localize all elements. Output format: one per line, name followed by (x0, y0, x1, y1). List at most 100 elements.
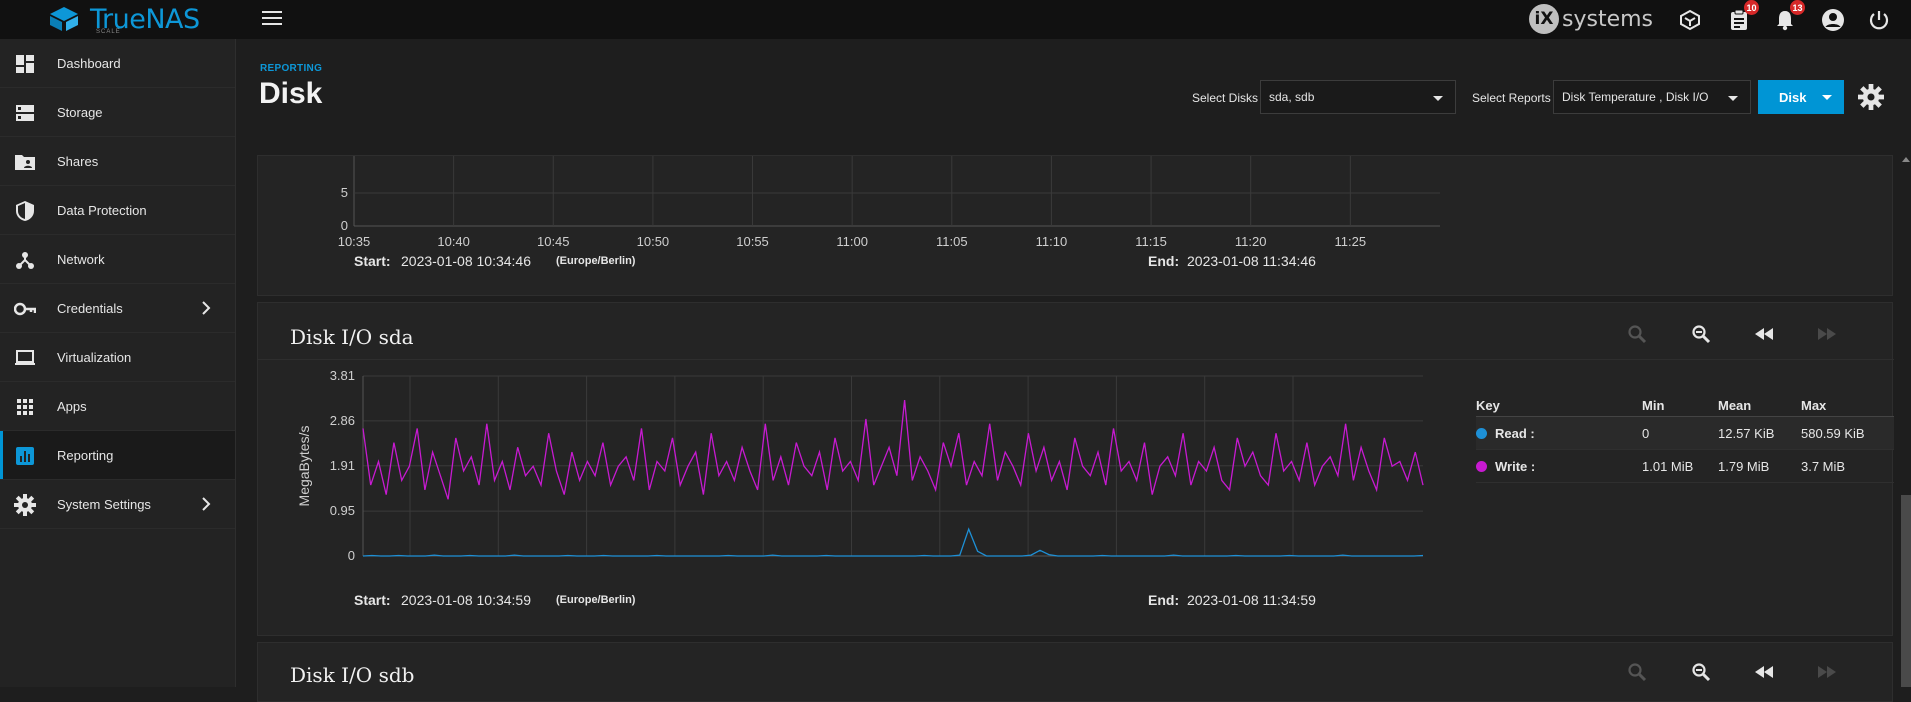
zoom-out-icon[interactable] (1689, 322, 1713, 346)
sidebar-item-label: Apps (57, 398, 87, 414)
end-label: End: (1148, 253, 1180, 269)
menu-toggle-icon[interactable] (262, 11, 282, 27)
card-title: Disk I/O sdb (290, 663, 415, 687)
storage-icon (14, 102, 36, 124)
alerts-bell-icon[interactable]: 13 (1772, 0, 1805, 33)
y-tick-label: 0.95 (330, 503, 355, 518)
sidebar-item-reporting[interactable]: Reporting (0, 431, 235, 480)
legend-key-label: Write : (1495, 459, 1536, 474)
sidebar-item-apps[interactable]: Apps (0, 382, 235, 431)
y-tick-label: 2.86 (330, 413, 355, 428)
step-back-icon[interactable] (1752, 322, 1776, 346)
zoom-out-icon[interactable] (1689, 660, 1713, 684)
legend-key: Write : (1476, 450, 1535, 483)
y-tick-label: 1.91 (330, 458, 355, 473)
sidebar: Dashboard Storage Shares Data Protection… (0, 39, 236, 687)
sidebar-item-network[interactable]: Network (0, 235, 235, 284)
step-forward-icon[interactable] (1815, 660, 1839, 684)
chevron-right-icon (202, 301, 211, 315)
legend-header-key: Key (1476, 398, 1500, 413)
legend-key: Read : (1476, 417, 1535, 450)
legend-min: 0 (1642, 426, 1650, 441)
read-color-dot (1476, 428, 1487, 439)
sidebar-item-virtualization[interactable]: Virtualization (0, 333, 235, 382)
apps-grid-icon (14, 396, 36, 418)
legend-max: 580.59 KiB (1801, 426, 1865, 441)
disk-report-type-button[interactable]: Disk (1758, 80, 1844, 114)
select-reports-value: Disk Temperature , Disk I/O (1562, 90, 1709, 104)
settings-gear-icon[interactable] (1858, 84, 1884, 110)
dashboard-icon (14, 53, 36, 75)
alerts-badge: 13 (1790, 0, 1805, 15)
scrollbar-thumb[interactable] (1901, 495, 1911, 687)
select-reports-dropdown[interactable]: Disk Temperature , Disk I/O (1553, 80, 1751, 114)
sidebar-item-label: Dashboard (57, 55, 121, 71)
x-tick-label: 10:45 (537, 234, 570, 249)
truenas-logo-icon (50, 7, 78, 31)
end-value: 2023-01-08 11:34:59 (1187, 592, 1316, 608)
truecommand-icon[interactable] (1677, 7, 1703, 33)
sidebar-item-data-protection[interactable]: Data Protection (0, 186, 235, 235)
key-icon (14, 298, 36, 320)
reporting-icon (14, 445, 36, 467)
sidebar-item-shares[interactable]: Shares (0, 137, 235, 186)
sidebar-item-system-settings[interactable]: System Settings (0, 480, 235, 529)
chevron-down-icon (1433, 96, 1443, 101)
shield-icon (14, 200, 36, 222)
truenas-logo[interactable]: TrueNAS (42, 2, 200, 36)
sidebar-item-storage[interactable]: Storage (0, 88, 235, 137)
temperature-chart: 10:35 10:40 10:45 10:50 10:55 11:00 11:05 11:10… (338, 156, 1440, 249)
start-value: 2023-01-08 10:34:59 (401, 592, 531, 608)
tasks-badge: 10 (1744, 0, 1759, 15)
step-back-icon[interactable] (1752, 660, 1776, 684)
card-divider (258, 359, 1894, 360)
sidebar-item-label: Data Protection (57, 202, 147, 218)
series-line-write (362, 400, 1424, 500)
account-icon[interactable] (1820, 7, 1846, 33)
disk-io-sdb-card: Disk I/O sdb (257, 642, 1893, 702)
chevron-right-icon (202, 497, 211, 511)
sidebar-item-dashboard[interactable]: Dashboard (0, 39, 235, 88)
x-tick-label: 11:25 (1335, 234, 1367, 249)
x-tick-label: 11:00 (836, 234, 868, 249)
select-disks-value: sda, sdb (1269, 90, 1315, 104)
y-tick-label: 0 (348, 548, 355, 561)
logo-subtitle: SCALE (96, 29, 121, 35)
sidebar-item-credentials[interactable]: Credentials (0, 284, 235, 333)
legend-header-row: Key Min Mean Max (1476, 395, 1894, 417)
page-title: Disk (259, 77, 323, 110)
legend-header-min: Min (1642, 398, 1665, 413)
top-bar: TrueNAS SCALE iX systems 10 13 (0, 0, 1911, 39)
x-tick-label: 11:05 (936, 234, 968, 249)
y-axis-label: MegaBytes/s (296, 426, 312, 507)
tasks-icon[interactable]: 10 (1726, 0, 1759, 33)
legend-max: 3.7 MiB (1801, 459, 1846, 474)
breadcrumb[interactable]: REPORTING (260, 63, 322, 74)
select-disks-dropdown[interactable]: sda, sdb (1260, 80, 1456, 114)
x-tick-label: 10:35 (338, 234, 371, 249)
write-color-dot (1476, 461, 1487, 472)
legend-row-read[interactable]: Read : 0 12.57 KiB 580.59 KiB (1476, 417, 1894, 450)
x-tick-label: 11:20 (1235, 234, 1267, 249)
legend-header-max: Max (1801, 398, 1827, 413)
chevron-down-icon (1822, 95, 1832, 100)
ixsystems-logo[interactable]: iX systems (1529, 4, 1653, 34)
disk-button-label: Disk (1779, 89, 1807, 105)
legend-mean: 1.79 MiB (1718, 459, 1770, 474)
legend-row-write[interactable]: Write : 1.01 MiB 1.79 MiB 3.7 MiB (1476, 450, 1894, 483)
timezone-label: (Europe/Berlin) (556, 594, 636, 606)
select-reports-label: Select Reports (1472, 91, 1551, 105)
zoom-in-icon[interactable] (1625, 660, 1649, 684)
legend-header-mean: Mean (1718, 398, 1752, 413)
disk-io-chart: 00.951.912.863.8110:4010:4510:5010:5511:… (296, 371, 1424, 561)
x-tick-label: 11:15 (1135, 234, 1167, 249)
step-forward-icon[interactable] (1815, 322, 1839, 346)
y-tick-label: 3.81 (330, 371, 355, 383)
end-value: 2023-01-08 11:34:46 (1187, 253, 1316, 269)
sidebar-item-label: Reporting (57, 447, 114, 463)
legend-table: Key Min Mean Max Read : 0 12.57 KiB 580.… (1476, 395, 1894, 483)
select-disks-label: Select Disks (1192, 91, 1259, 105)
zoom-in-icon[interactable] (1625, 322, 1649, 346)
scroll-up-arrow-icon[interactable] (1902, 157, 1910, 162)
power-icon[interactable] (1866, 7, 1892, 33)
